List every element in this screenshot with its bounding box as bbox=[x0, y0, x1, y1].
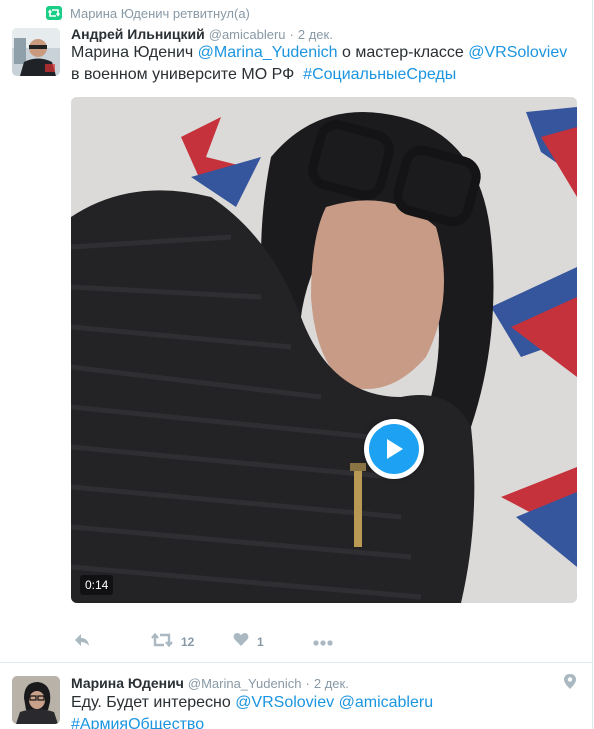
mention-link[interactable]: @VRSoloviev bbox=[468, 44, 567, 61]
tweet-text: Марина Юденич @Marina_Yudenich о мастер-… bbox=[71, 42, 571, 86]
tweet-header: Марина Юденич @Marina_Yudenich · 2 дек. bbox=[71, 675, 349, 691]
timeline-border bbox=[592, 0, 593, 729]
location-pin-icon[interactable] bbox=[564, 674, 576, 694]
avatar[interactable] bbox=[12, 28, 60, 76]
video-thumbnail bbox=[71, 97, 577, 603]
header-separator: · bbox=[305, 676, 310, 691]
retweet-icon bbox=[46, 6, 62, 20]
header-separator: · bbox=[289, 27, 294, 42]
tweet-timestamp[interactable]: 2 дек. bbox=[298, 27, 333, 42]
reply-icon bbox=[73, 632, 91, 653]
author-fullname[interactable]: Андрей Ильницкий bbox=[71, 26, 205, 42]
hashtag-link[interactable]: #АрмияОбщество bbox=[71, 716, 204, 729]
tweet-text: Еду. Будет интересно @VRSoloviev @amicab… bbox=[71, 692, 571, 729]
more-button[interactable] bbox=[313, 630, 333, 654]
tweet-header: Андрей Ильницкий @amicableru · 2 дек. bbox=[71, 26, 333, 42]
tweet-divider bbox=[0, 662, 593, 663]
retweet-context[interactable]: Марина Юденич ретвитнул(а) bbox=[46, 5, 250, 21]
video-duration: 0:14 bbox=[80, 575, 114, 595]
reply-button[interactable] bbox=[73, 630, 91, 654]
play-button[interactable] bbox=[364, 419, 424, 479]
retweet-count: 12 bbox=[181, 635, 195, 649]
retweet-icon bbox=[151, 632, 173, 653]
mention-link[interactable]: @Marina_Yudenich bbox=[198, 44, 338, 61]
tweet-text-segment: Еду. Будет интересно bbox=[71, 694, 236, 711]
mention-link[interactable]: @amicableru bbox=[339, 694, 434, 711]
author-username[interactable]: @amicableru bbox=[209, 27, 286, 42]
tweet-timestamp[interactable]: 2 дек. bbox=[314, 676, 349, 691]
retweet-button[interactable]: 12 bbox=[151, 630, 194, 654]
author-fullname[interactable]: Марина Юденич bbox=[71, 675, 184, 691]
author-username[interactable]: @Marina_Yudenich bbox=[188, 676, 302, 691]
timeline: Марина Юденич ретвитнул(а) Андрей Ильниц… bbox=[0, 0, 594, 729]
tweet-text-segment: в военном университе МО РФ bbox=[71, 66, 304, 83]
avatar[interactable] bbox=[12, 676, 60, 724]
video-player[interactable] bbox=[71, 97, 577, 603]
heart-icon bbox=[233, 632, 249, 652]
like-count: 1 bbox=[257, 635, 264, 649]
hashtag-link[interactable]: #СоциальныеСреды bbox=[303, 66, 456, 83]
retweet-context-label: Марина Юденич ретвитнул(а) bbox=[70, 5, 250, 21]
more-icon bbox=[313, 633, 333, 651]
tweet-text-segment: Марина Юденич bbox=[71, 44, 198, 61]
like-button[interactable]: 1 bbox=[233, 630, 264, 654]
play-icon bbox=[369, 424, 419, 474]
mention-link[interactable]: @VRSoloviev bbox=[235, 694, 334, 711]
tweet-text-segment: о мастер-классе bbox=[337, 44, 469, 61]
